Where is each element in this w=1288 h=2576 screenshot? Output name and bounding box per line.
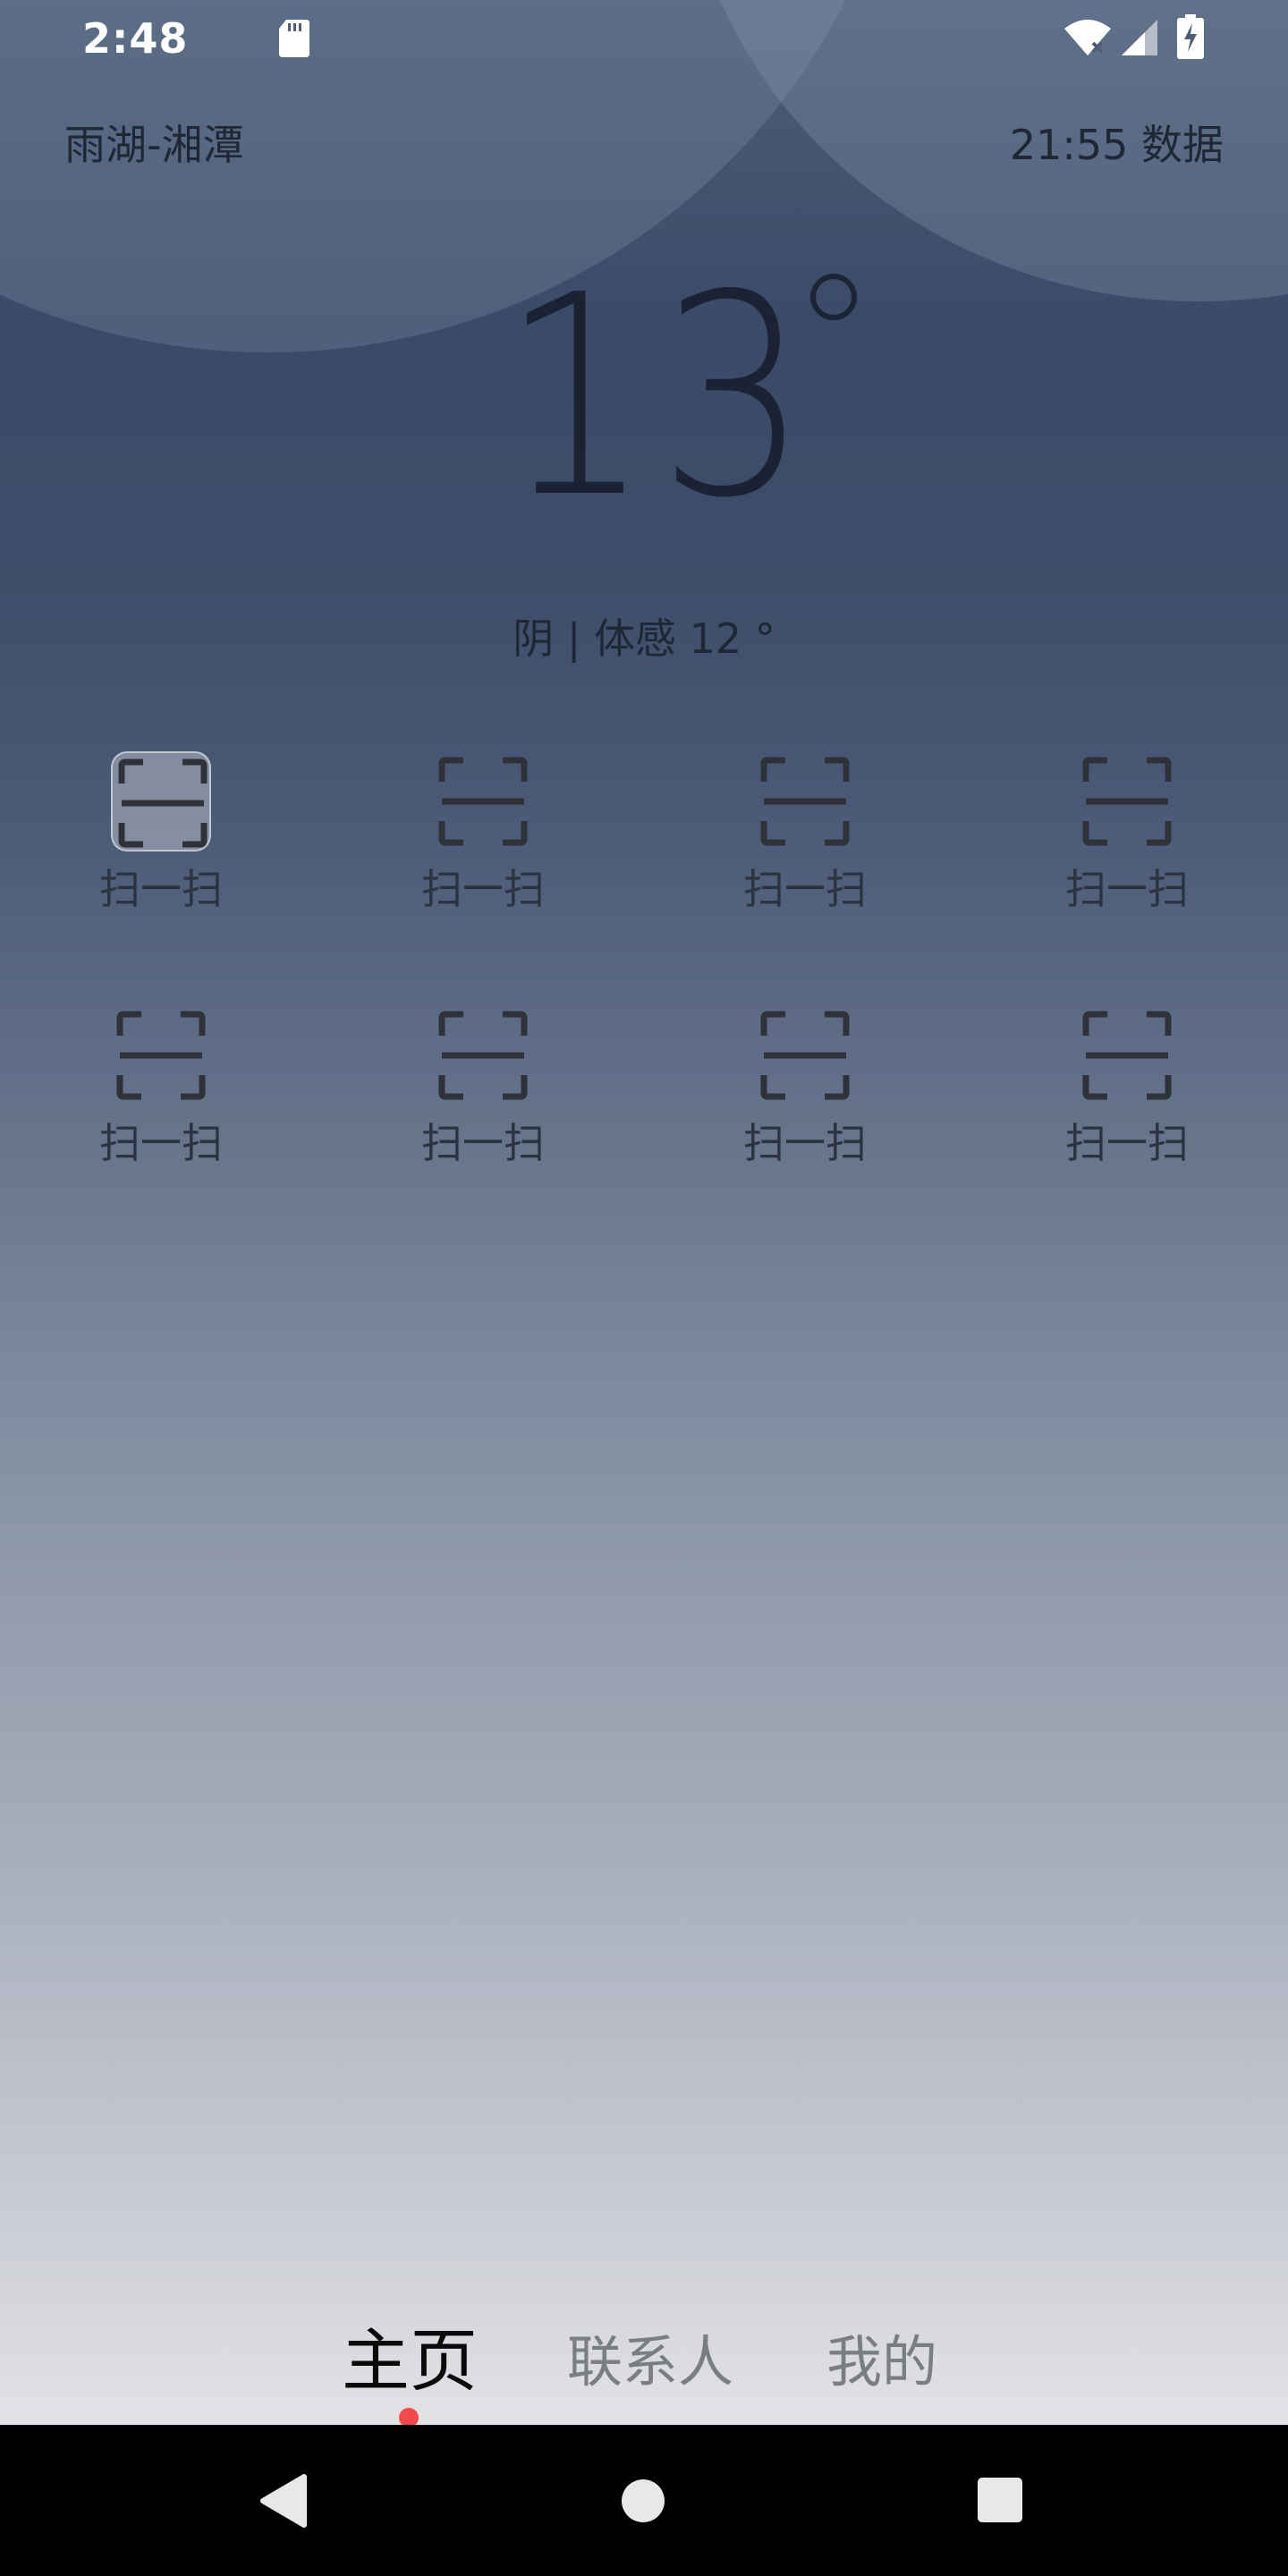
scan-button[interactable]: 扫一扫 — [1038, 751, 1216, 930]
bottom-tab-bar: 主页 联系人 我的 — [0, 2290, 1288, 2428]
scan-icon — [111, 751, 211, 852]
weather-screen: 2:48 雨湖-湘潭 21:55 数据 13 阴 | 体感 12 ° 扫一扫 扫… — [0, 0, 1288, 2576]
scan-icon — [755, 751, 855, 852]
signal-icon — [1122, 20, 1157, 55]
scan-button[interactable]: 扫一扫 — [1038, 1005, 1216, 1184]
scan-icon — [433, 1005, 533, 1106]
scan-icon — [1077, 751, 1177, 852]
scan-button-label: 扫一扫 — [421, 1119, 545, 1167]
update-time-label: 21:55 数据 — [1009, 121, 1224, 169]
scan-button[interactable]: 扫一扫 — [72, 751, 250, 930]
scan-button[interactable]: 扫一扫 — [394, 751, 572, 930]
location-label[interactable]: 雨湖-湘潭 — [64, 113, 244, 172]
back-icon[interactable] — [258, 2473, 308, 2529]
scan-icon — [433, 751, 533, 852]
scan-button-label: 扫一扫 — [743, 1119, 867, 1167]
battery-charging-icon — [1177, 14, 1204, 59]
weather-condition: 阴 | 体感 12 ° — [513, 614, 775, 663]
scan-button[interactable]: 扫一扫 — [394, 1005, 572, 1184]
scan-button[interactable]: 扫一扫 — [716, 1005, 894, 1184]
tab-contacts[interactable]: 联系人 — [567, 2317, 733, 2397]
scan-button-label: 扫一扫 — [99, 1119, 223, 1167]
navigation-bar — [0, 2425, 1288, 2576]
scan-icon — [755, 1005, 855, 1106]
scan-button[interactable]: 扫一扫 — [72, 1005, 250, 1184]
tab-mine[interactable]: 我的 — [826, 2317, 937, 2397]
temperature-number: 13 — [501, 236, 817, 559]
degree-symbol — [810, 274, 857, 320]
scan-button-label: 扫一扫 — [743, 865, 867, 913]
sd-card-icon — [279, 20, 309, 57]
scan-button-label: 扫一扫 — [1065, 1119, 1189, 1167]
wifi-icon — [1064, 20, 1111, 55]
scan-button-label: 扫一扫 — [1065, 865, 1189, 913]
tab-home[interactable]: 主页 — [342, 2306, 478, 2404]
status-time: 2:48 — [82, 14, 189, 63]
scan-icon — [111, 1005, 211, 1106]
scan-icon — [1077, 1005, 1177, 1106]
scan-button-label: 扫一扫 — [99, 865, 223, 913]
home-icon[interactable] — [621, 2479, 665, 2523]
scan-button-label: 扫一扫 — [421, 865, 545, 913]
status-bar: 2:48 — [0, 0, 1288, 77]
recents-icon[interactable] — [977, 2477, 1023, 2523]
temperature-value: 13 — [501, 259, 816, 537]
scan-button[interactable]: 扫一扫 — [716, 751, 894, 930]
